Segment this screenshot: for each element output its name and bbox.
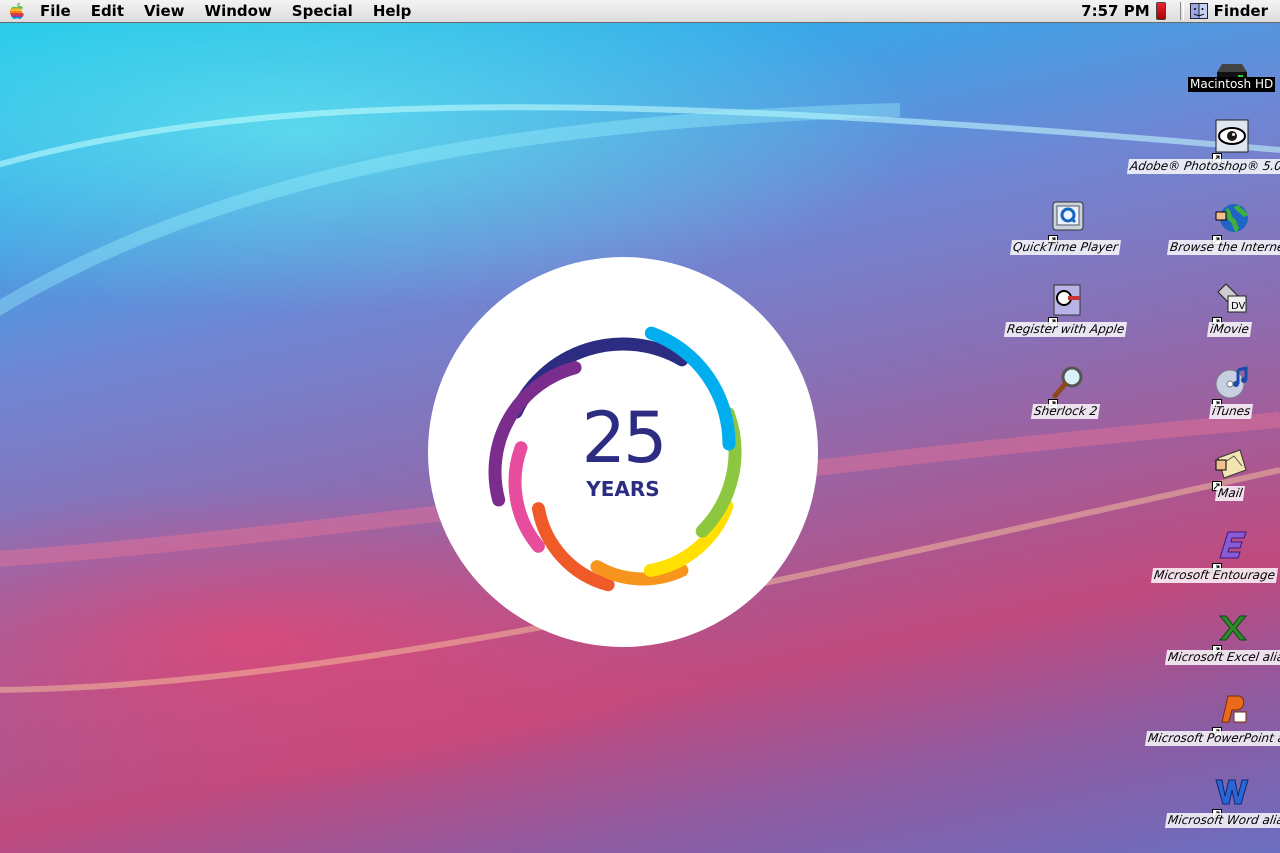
alias-arrow-icon: [1048, 312, 1058, 327]
magnifier-icon[interactable]: [1048, 364, 1086, 409]
alias-arrow-icon: [1212, 558, 1222, 573]
anniversary-logo: 25 YEARS: [428, 257, 818, 647]
finder-icon: [1189, 3, 1208, 19]
desktop-icon-label[interactable]: Microsoft PowerPoint alias: [1144, 731, 1280, 746]
menu-file[interactable]: File: [32, 0, 79, 23]
logo-number: 25: [581, 397, 667, 479]
desktop-icon-label[interactable]: Microsoft Excel alias: [1164, 650, 1280, 665]
application-menu[interactable]: Finder: [1189, 2, 1280, 20]
alias-arrow-icon: [1212, 148, 1222, 163]
desktop-icon-label[interactable]: Microsoft Word alias: [1164, 813, 1280, 828]
alias-arrow-icon: [1212, 476, 1222, 491]
alias-arrow-icon: [1048, 230, 1058, 245]
alias-arrow-icon: [1212, 312, 1222, 327]
svg-text:DV: DV: [1231, 301, 1246, 312]
desktop-icon-label[interactable]: Browse the Internet: [1166, 240, 1280, 255]
desktop-icon-label[interactable]: Mail: [1214, 486, 1246, 501]
photoshop-eye-icon[interactable]: [1212, 118, 1250, 163]
active-app-name: Finder: [1213, 2, 1268, 20]
itunes-cd-icon[interactable]: [1212, 364, 1250, 409]
desktop-icon-label[interactable]: iTunes: [1208, 404, 1254, 419]
menu-edit[interactable]: Edit: [83, 0, 132, 23]
imovie-clapper-icon[interactable]: DV: [1212, 282, 1250, 327]
desktop-icon-label[interactable]: iMovie: [1206, 322, 1252, 337]
desktop[interactable]: File Edit View Window Special Help 7:57 …: [0, 0, 1280, 853]
apple-menu-icon[interactable]: [6, 0, 28, 22]
powerpoint-icon[interactable]: [1212, 692, 1250, 737]
alias-arrow-icon: [1212, 640, 1222, 655]
battery-icon[interactable]: [1155, 2, 1166, 20]
menu-special[interactable]: Special: [284, 0, 361, 23]
entourage-icon[interactable]: [1212, 528, 1250, 573]
menu-help[interactable]: Help: [365, 0, 420, 23]
menu-bar: File Edit View Window Special Help 7:57 …: [0, 0, 1280, 23]
desktop-icon-label[interactable]: QuickTime Player: [1009, 240, 1121, 255]
alias-arrow-icon: [1048, 394, 1058, 409]
alias-arrow-icon: [1212, 394, 1222, 409]
menu-window[interactable]: Window: [197, 0, 280, 23]
logo-word: YEARS: [586, 477, 660, 501]
alias-arrow-icon: [1212, 230, 1222, 245]
register-icon[interactable]: [1048, 282, 1086, 327]
excel-icon[interactable]: [1212, 610, 1250, 655]
globe-browser-icon[interactable]: [1212, 200, 1250, 245]
mail-icon[interactable]: [1212, 446, 1250, 491]
menubar-clock[interactable]: 7:57 PM: [1075, 2, 1155, 20]
word-icon[interactable]: [1212, 774, 1250, 819]
desktop-icon-label[interactable]: Macintosh HD: [1188, 77, 1276, 92]
menu-view[interactable]: View: [136, 0, 193, 23]
menubar-divider: [1179, 2, 1184, 20]
desktop-icon-label[interactable]: Adobe® Photoshop® 5.0: [1126, 159, 1280, 174]
desktop-icon-label[interactable]: Sherlock 2: [1030, 404, 1101, 419]
quicktime-icon[interactable]: [1048, 200, 1086, 245]
desktop-icon-label[interactable]: Microsoft Entourage: [1150, 568, 1279, 583]
desktop-icon-label[interactable]: Register with Apple: [1003, 322, 1128, 337]
